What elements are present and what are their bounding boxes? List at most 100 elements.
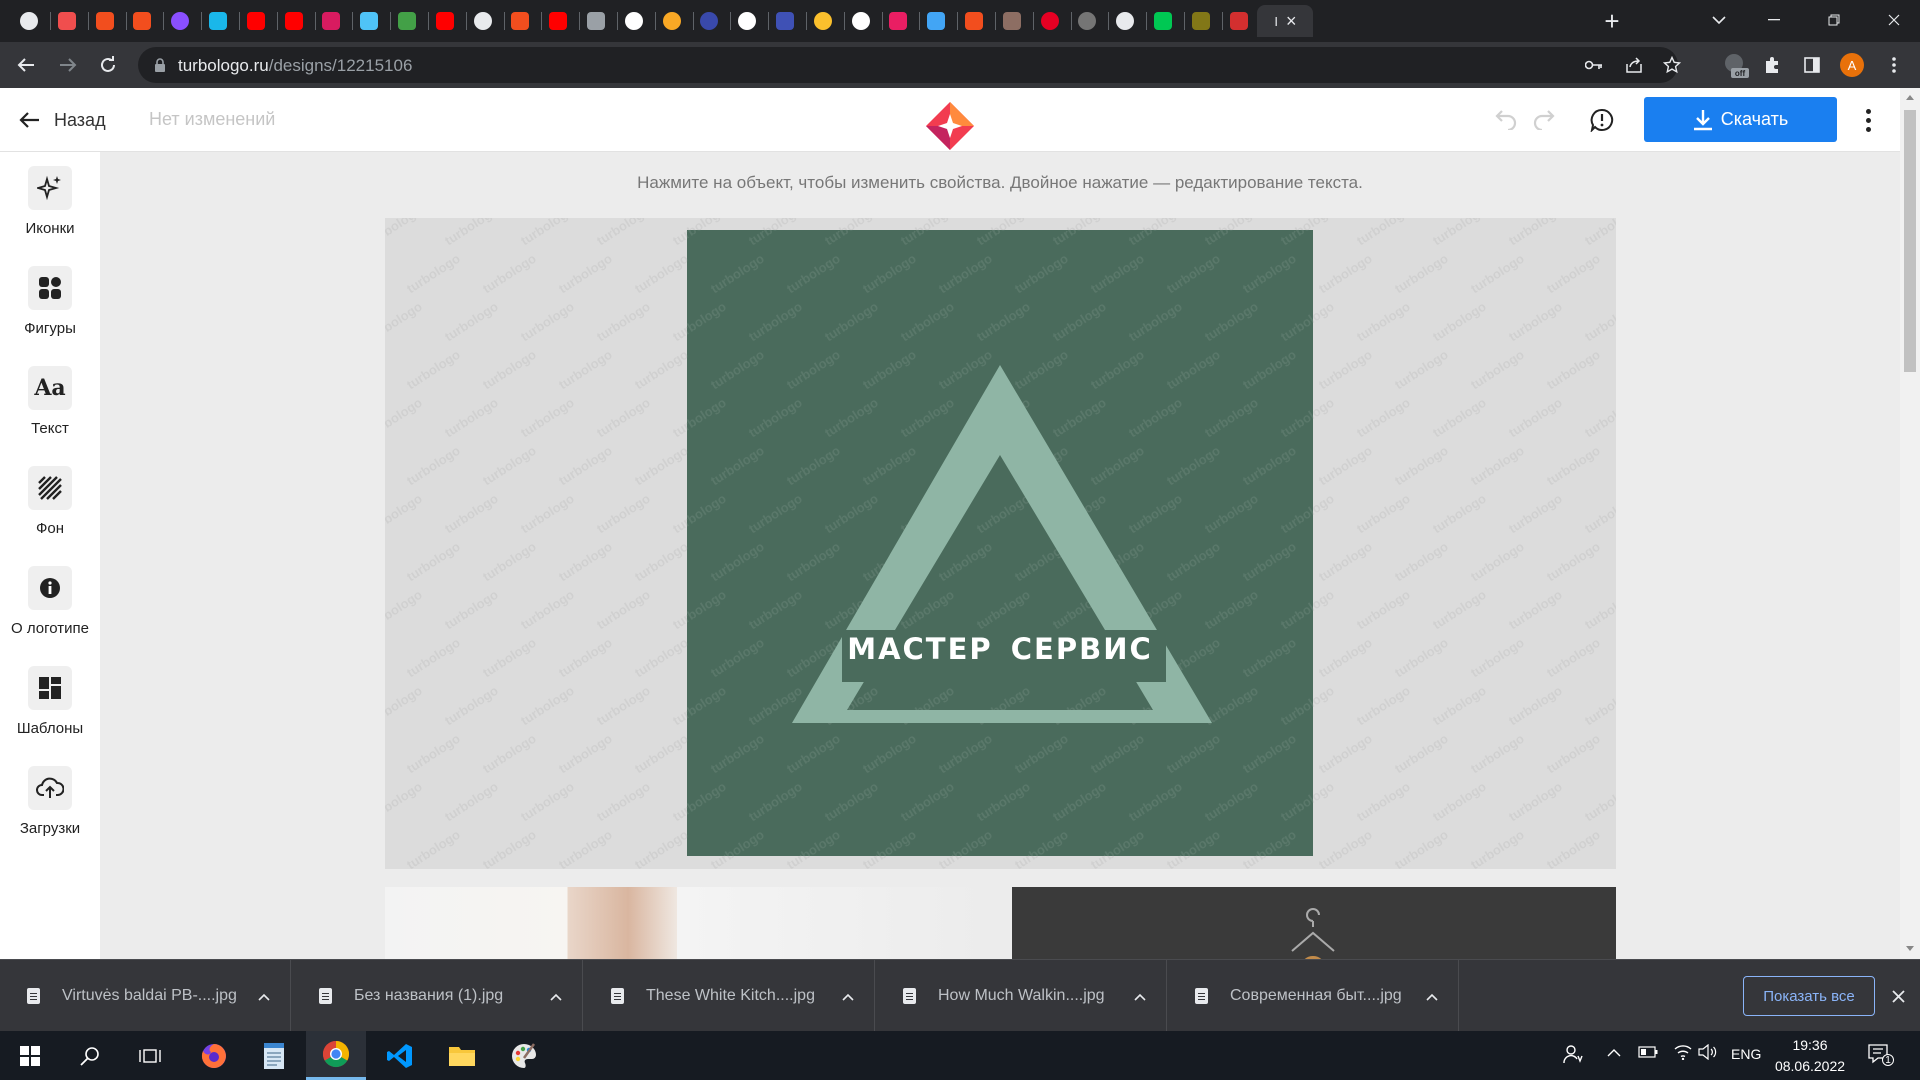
wifi-indicator[interactable] bbox=[1674, 1044, 1692, 1063]
show-all-downloads-button[interactable]: Показать все bbox=[1743, 976, 1875, 1016]
chevron-up-icon[interactable] bbox=[1426, 988, 1438, 1004]
extension-toggle[interactable]: off bbox=[1720, 49, 1752, 81]
turbologo-logo[interactable] bbox=[924, 100, 976, 152]
sidebar-item-icons[interactable]: Иконки bbox=[0, 166, 100, 256]
browser-tab[interactable] bbox=[651, 5, 693, 37]
download-button[interactable]: Скачать bbox=[1644, 97, 1837, 142]
active-browser-tab[interactable]: I × bbox=[1257, 5, 1314, 37]
sidebar-item-background[interactable]: Фон bbox=[0, 466, 100, 556]
browser-tab[interactable] bbox=[1066, 5, 1108, 37]
template-thumbnail[interactable] bbox=[385, 887, 993, 959]
browser-tab[interactable] bbox=[499, 5, 541, 37]
browser-tab[interactable] bbox=[953, 5, 995, 37]
download-item[interactable]: Современная быт....jpg bbox=[1168, 960, 1459, 1032]
notification-center-button[interactable]: 1 bbox=[1868, 1043, 1894, 1068]
browser-tab[interactable] bbox=[915, 5, 957, 37]
new-tab-button[interactable]: + bbox=[1597, 6, 1627, 36]
task-view-button[interactable] bbox=[120, 1031, 180, 1080]
browser-tab[interactable] bbox=[537, 5, 579, 37]
sidebar-item-templates[interactable]: Шаблоны bbox=[0, 666, 100, 756]
vscode-taskbar-button[interactable] bbox=[370, 1031, 430, 1080]
profile-button[interactable]: A bbox=[1836, 49, 1868, 81]
sidebar-item-shapes[interactable]: Фигуры bbox=[0, 266, 100, 356]
chevron-up-icon[interactable] bbox=[842, 988, 854, 1004]
browser-tab[interactable] bbox=[197, 5, 239, 37]
browser-tab[interactable] bbox=[1104, 5, 1146, 37]
logo-canvas[interactable]: turbologo turbologo turbologo turbologo turb… bbox=[687, 230, 1313, 856]
sidebar-item-uploads[interactable]: Загрузки bbox=[0, 766, 100, 856]
battery-indicator[interactable] bbox=[1638, 1045, 1658, 1061]
browser-tab[interactable] bbox=[273, 5, 315, 37]
browser-tab[interactable] bbox=[840, 5, 882, 37]
download-item[interactable]: How Much Walkin....jpg bbox=[876, 960, 1167, 1032]
browser-tab[interactable] bbox=[84, 5, 126, 37]
bookmark-star-button[interactable] bbox=[1656, 49, 1688, 81]
browser-tab[interactable] bbox=[764, 5, 806, 37]
show-hidden-icons-button[interactable] bbox=[1607, 1045, 1621, 1061]
browser-tab[interactable] bbox=[726, 5, 768, 37]
browser-tab[interactable] bbox=[424, 5, 466, 37]
browser-tab[interactable] bbox=[688, 5, 730, 37]
browser-tab[interactable] bbox=[121, 5, 163, 37]
browser-menu-button[interactable] bbox=[1878, 49, 1910, 81]
share-button[interactable] bbox=[1618, 49, 1650, 81]
minimize-button[interactable] bbox=[1751, 0, 1797, 40]
browser-tab[interactable] bbox=[462, 5, 504, 37]
scrollbar-thumb[interactable] bbox=[1904, 110, 1916, 372]
sidebar-item-text[interactable]: Aa Текст bbox=[0, 366, 100, 456]
redo-button[interactable] bbox=[1530, 106, 1560, 134]
side-panel-button[interactable] bbox=[1796, 49, 1828, 81]
chrome-taskbar-button[interactable] bbox=[306, 1031, 366, 1080]
close-window-button[interactable] bbox=[1871, 0, 1917, 40]
download-item[interactable]: Без названия (1).jpg bbox=[292, 960, 583, 1032]
restore-button[interactable] bbox=[1811, 0, 1857, 40]
back-button[interactable]: Назад bbox=[18, 102, 106, 138]
browser-tab[interactable] bbox=[235, 5, 277, 37]
paint-taskbar-button[interactable] bbox=[494, 1031, 554, 1080]
more-menu-button[interactable] bbox=[1856, 104, 1880, 136]
tab-search-button[interactable] bbox=[1696, 0, 1742, 40]
reload-button[interactable] bbox=[92, 49, 124, 81]
browser-tab[interactable] bbox=[1180, 5, 1222, 37]
browser-forward-button[interactable] bbox=[52, 49, 84, 81]
firefox-taskbar-button[interactable] bbox=[184, 1031, 244, 1080]
chevron-up-icon[interactable] bbox=[1134, 988, 1146, 1004]
browser-tab[interactable] bbox=[1029, 5, 1071, 37]
notepad-taskbar-button[interactable] bbox=[244, 1031, 304, 1080]
people-tray-button[interactable] bbox=[1563, 1044, 1583, 1067]
browser-tab[interactable] bbox=[1218, 5, 1260, 37]
input-language[interactable]: ENG bbox=[1731, 1046, 1761, 1062]
browser-tab[interactable] bbox=[1142, 5, 1184, 37]
sidebar-item-about-logo[interactable]: О логотипе bbox=[0, 566, 100, 656]
template-thumbnail[interactable] bbox=[1012, 887, 1616, 959]
page-scrollbar[interactable] bbox=[1900, 88, 1920, 959]
password-key-button[interactable] bbox=[1578, 49, 1610, 81]
download-item[interactable]: These White Kitch....jpg bbox=[584, 960, 875, 1032]
browser-tab[interactable] bbox=[877, 5, 919, 37]
chevron-up-icon[interactable] bbox=[258, 988, 270, 1004]
start-button[interactable] bbox=[0, 1031, 60, 1080]
close-shelf-button[interactable] bbox=[1886, 982, 1910, 1010]
logo-text[interactable]: МАСТЕР СЕРВИС bbox=[687, 632, 1313, 666]
browser-tab[interactable] bbox=[613, 5, 655, 37]
support-chat-button[interactable] bbox=[1586, 104, 1618, 136]
volume-indicator[interactable] bbox=[1698, 1043, 1718, 1063]
browser-tab[interactable] bbox=[8, 5, 50, 37]
browser-tab[interactable] bbox=[991, 5, 1033, 37]
triangle-shape[interactable] bbox=[687, 230, 1313, 856]
browser-tab[interactable] bbox=[310, 5, 352, 37]
undo-button[interactable] bbox=[1490, 106, 1520, 134]
browser-tab[interactable] bbox=[348, 5, 390, 37]
browser-tab[interactable] bbox=[386, 5, 428, 37]
browser-tab[interactable] bbox=[159, 5, 201, 37]
download-item[interactable]: Virtuvės baldai PB-....jpg bbox=[0, 960, 291, 1032]
file-explorer-taskbar-button[interactable] bbox=[432, 1031, 492, 1080]
address-bar[interactable]: turbologo.ru/designs/12215106 bbox=[138, 47, 1681, 83]
browser-back-button[interactable] bbox=[10, 49, 42, 81]
close-tab-icon[interactable]: × bbox=[1286, 11, 1297, 32]
browser-tab[interactable] bbox=[575, 5, 617, 37]
browser-tab[interactable] bbox=[46, 5, 88, 37]
browser-tab[interactable] bbox=[802, 5, 844, 37]
extensions-button[interactable] bbox=[1756, 49, 1788, 81]
chevron-up-icon[interactable] bbox=[550, 988, 562, 1004]
